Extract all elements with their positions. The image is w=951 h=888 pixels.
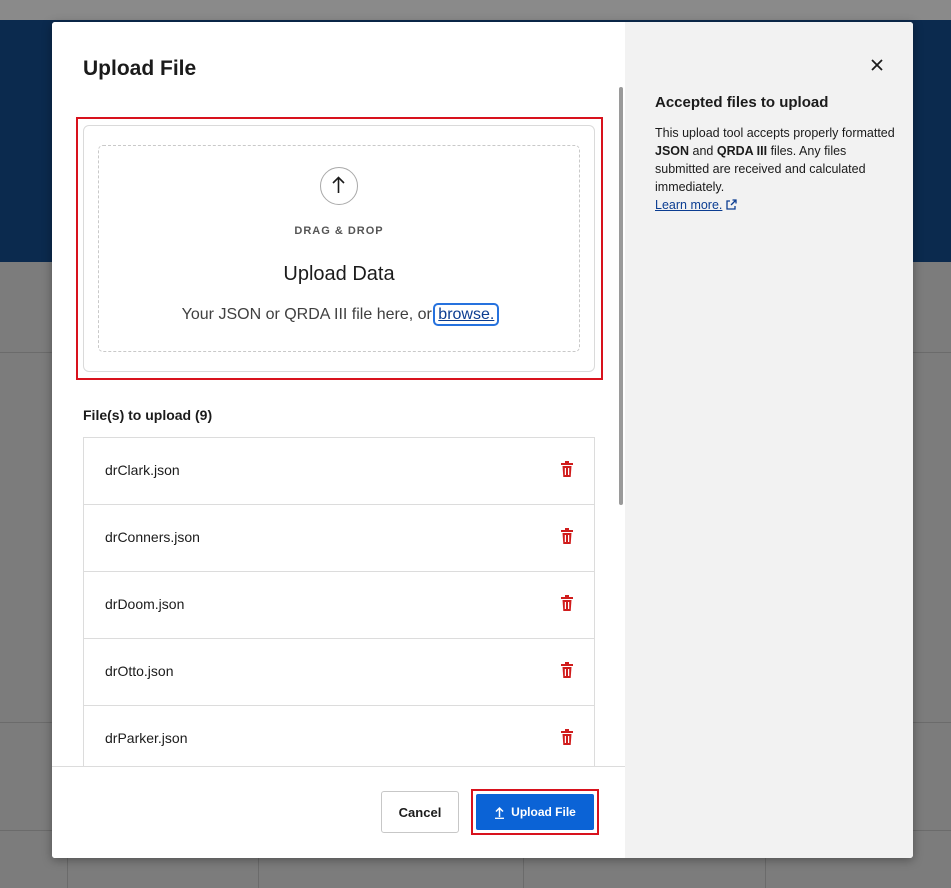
close-icon[interactable]	[869, 57, 885, 73]
file-row: drConners.json	[83, 505, 595, 572]
trash-icon[interactable]	[561, 528, 573, 544]
files-to-upload-label: File(s) to upload (9)	[83, 407, 213, 423]
learn-more-link[interactable]: Learn more.	[655, 198, 722, 212]
file-name: drConners.json	[105, 529, 200, 545]
file-row: drDoom.json	[83, 572, 595, 639]
file-name: drDoom.json	[105, 596, 185, 612]
file-name: drOtto.json	[105, 663, 174, 679]
scrollbar[interactable]	[619, 87, 623, 505]
file-row: drClark.json	[83, 438, 595, 505]
cancel-button[interactable]: Cancel	[381, 791, 459, 833]
dropzone-instructions-text: Your JSON or QRDA III file here, or	[181, 306, 437, 323]
upload-file-modal: Upload File DRAG & DROP Upload Data Your…	[52, 22, 913, 858]
external-link-icon	[726, 199, 738, 210]
upload-file-button[interactable]: Upload File	[476, 794, 594, 830]
file-list: drClark.json drConners.json drDoom.json …	[83, 437, 595, 768]
modal-main-panel: Upload File DRAG & DROP Upload Data Your…	[52, 22, 625, 858]
side-text-bold: JSON	[655, 144, 690, 158]
info-side-panel: Accepted files to upload This upload too…	[625, 22, 913, 858]
dropzone-dashed-area[interactable]: DRAG & DROP Upload Data Your JSON or QRD…	[98, 145, 580, 352]
background-top	[0, 0, 951, 20]
dropzone-instructions: Your JSON or QRDA III file here, or brow…	[99, 303, 579, 326]
dropzone-heading: Upload Data	[283, 263, 395, 285]
file-name: drParker.json	[105, 730, 188, 746]
file-name: drClark.json	[105, 462, 180, 478]
trash-icon[interactable]	[561, 461, 573, 477]
drag-drop-caption: DRAG & DROP	[294, 225, 384, 237]
trash-icon[interactable]	[561, 729, 573, 745]
side-text: This upload tool accepts properly format…	[655, 126, 895, 140]
file-row: drParker.json	[83, 706, 595, 768]
side-text: and	[689, 144, 717, 158]
side-text-bold: QRDA III	[716, 144, 768, 158]
dropzone[interactable]: DRAG & DROP Upload Data Your JSON or QRD…	[83, 125, 595, 372]
modal-footer: Cancel Upload File	[52, 767, 625, 858]
side-panel-description: This upload tool accepts properly format…	[655, 124, 895, 214]
browse-link[interactable]: browse.	[433, 303, 500, 326]
side-panel-title: Accepted files to upload	[655, 94, 829, 111]
upload-arrow-icon	[320, 167, 358, 205]
upload-file-button-label: Upload File	[511, 805, 576, 819]
upload-arrow-icon	[495, 806, 505, 819]
file-row: drOtto.json	[83, 639, 595, 706]
trash-icon[interactable]	[561, 595, 573, 611]
modal-title: Upload File	[83, 57, 197, 80]
trash-icon[interactable]	[561, 662, 573, 678]
